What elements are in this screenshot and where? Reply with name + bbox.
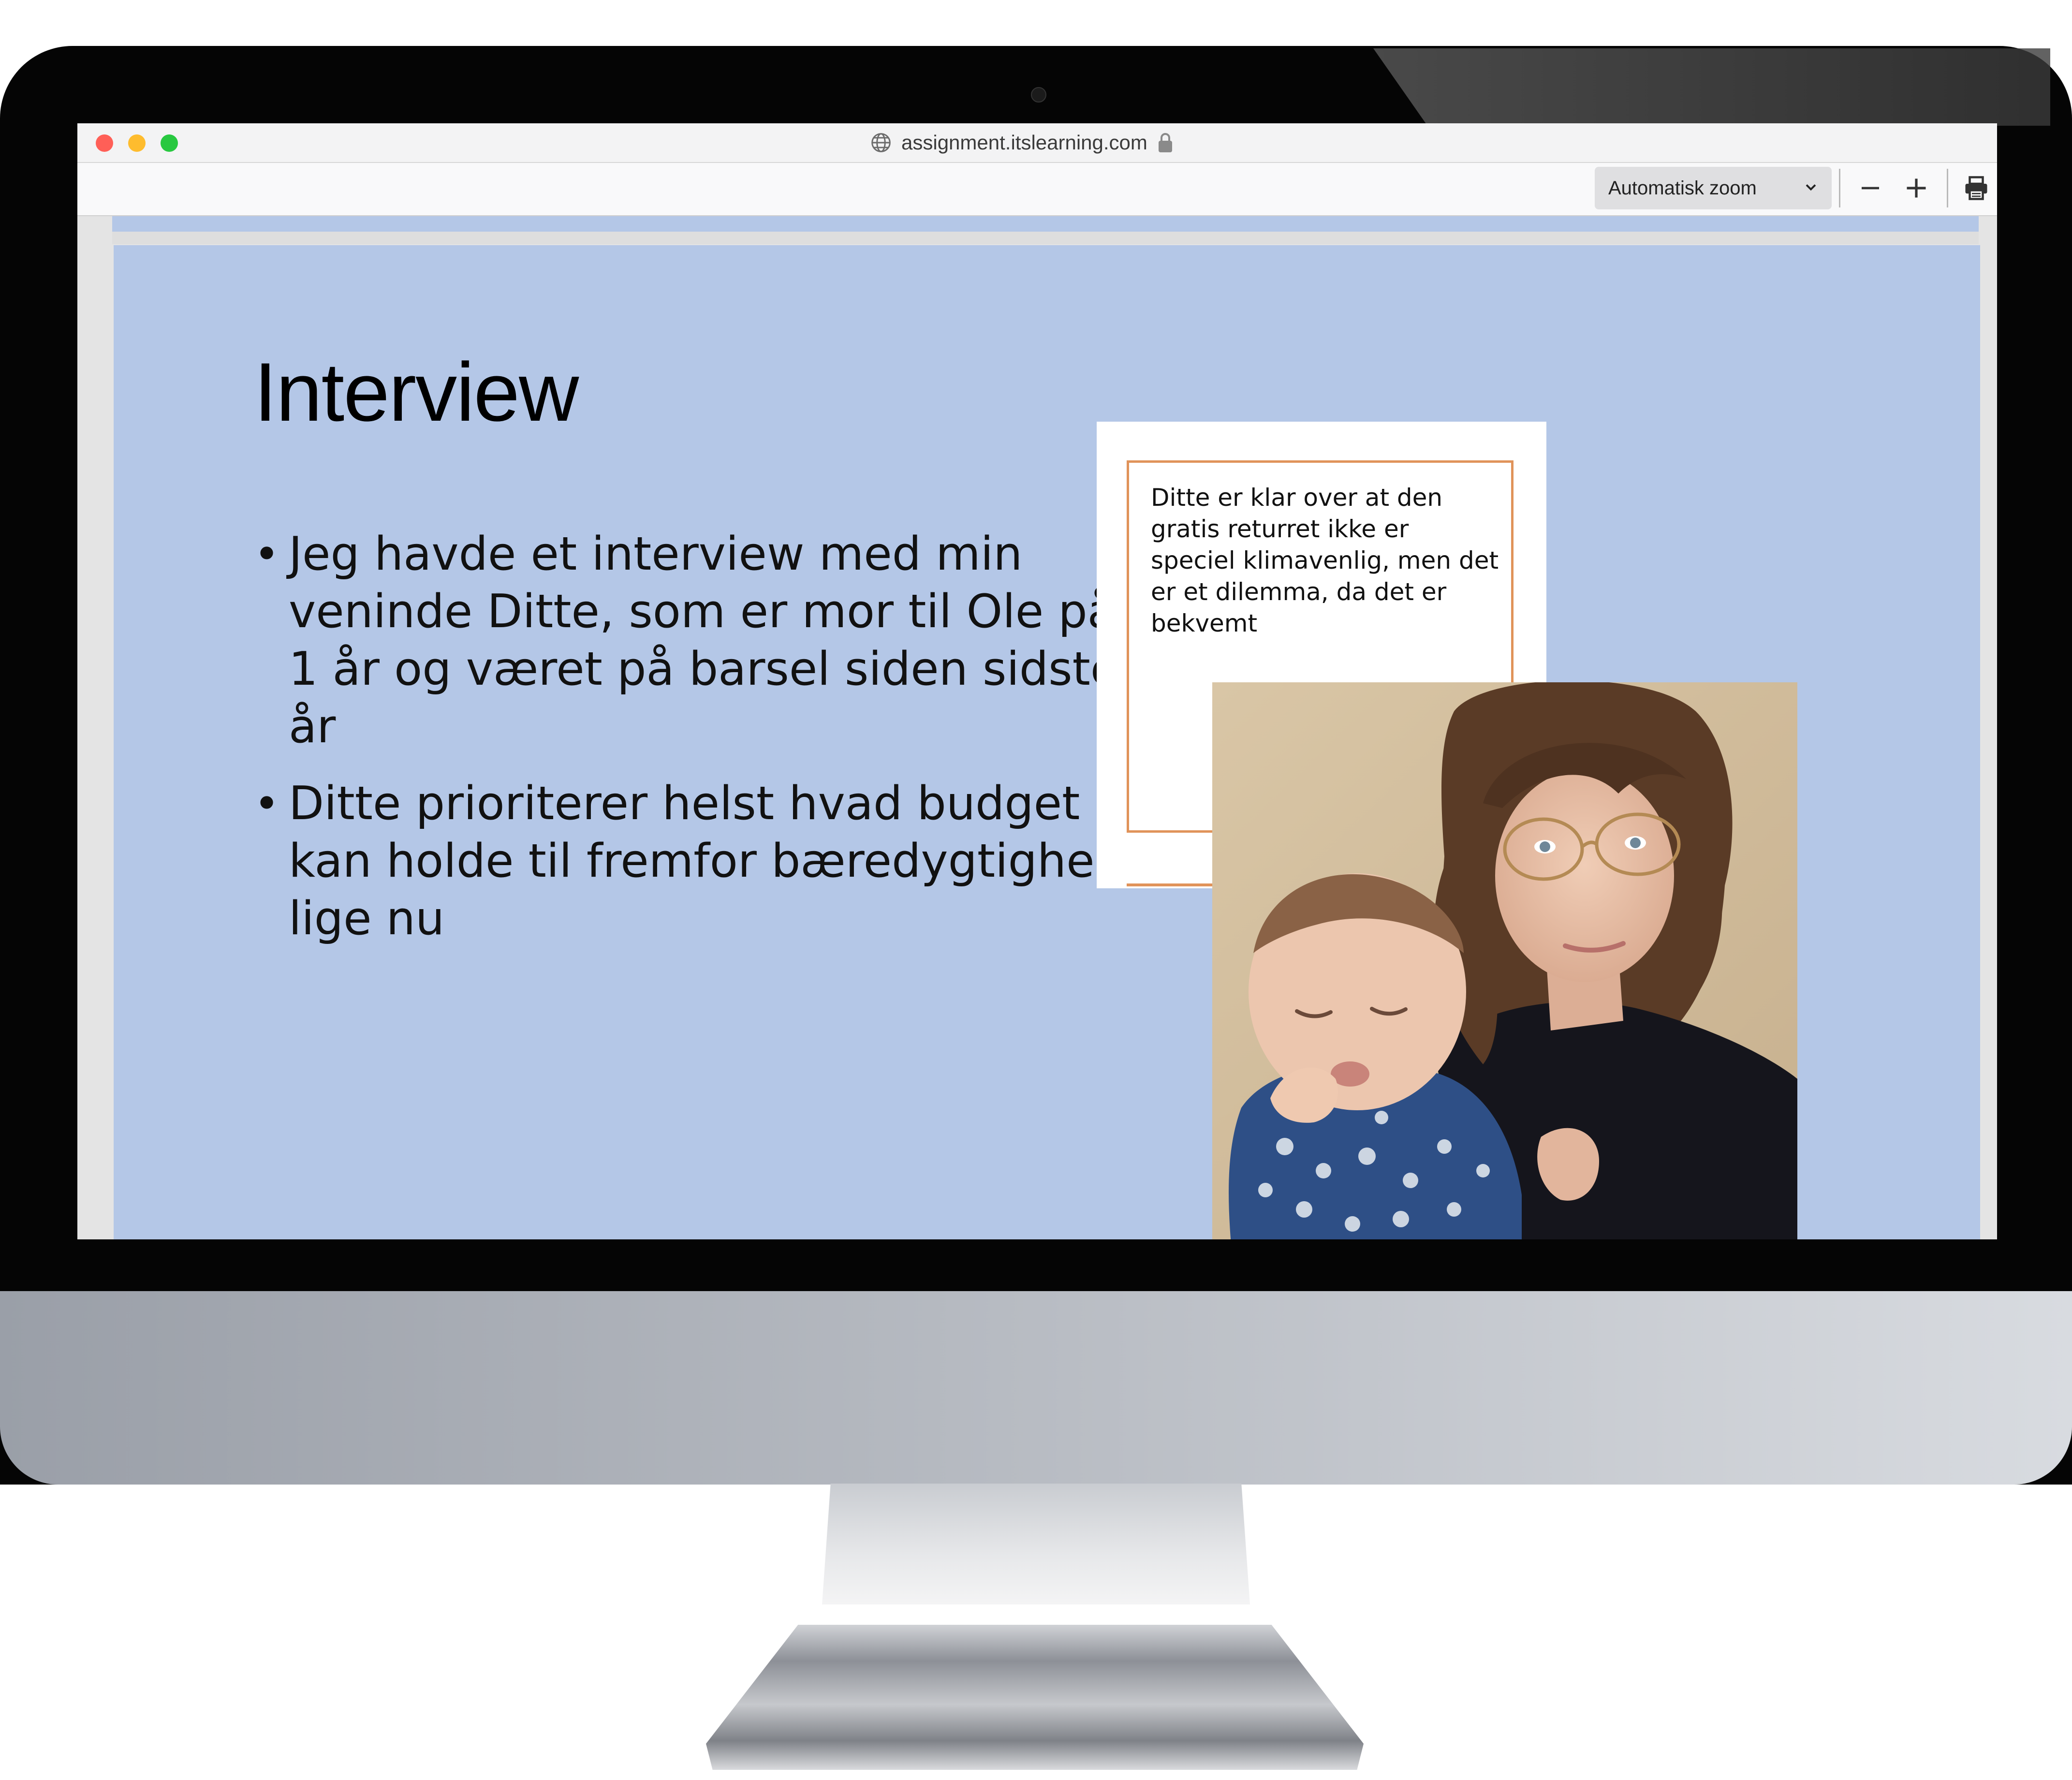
- pdf-toolbar: Automatisk zoom: [77, 163, 1997, 216]
- monitor-glare: [1373, 48, 2050, 126]
- slide-title: Interview: [254, 346, 579, 439]
- bullet-dot: •: [254, 779, 280, 829]
- window-minimize-button[interactable]: [128, 134, 146, 152]
- photo-mother-and-baby: [1212, 682, 1797, 1239]
- print-button[interactable]: [1957, 170, 1996, 208]
- lock-icon: [1157, 132, 1174, 153]
- bullet-text: Ditte prioriterer helst hvad budget kan …: [289, 777, 1124, 945]
- bullet-dot: •: [254, 529, 280, 580]
- chevron-down-icon: [1804, 177, 1818, 199]
- url-text: assignment.itslearning.com: [901, 131, 1147, 154]
- browser-titlebar: assignment.itslearning.com: [77, 123, 1997, 163]
- monitor-stand-base: [706, 1625, 1364, 1770]
- bullet-text: Jeg havde et interview med min veninde D…: [289, 528, 1119, 753]
- previous-page-edge: [112, 216, 1979, 232]
- zoom-in-button[interactable]: [1897, 170, 1936, 208]
- minus-icon: [1859, 177, 1882, 202]
- note-text: Ditte er klar over at den gratis returre…: [1151, 484, 1499, 637]
- slide-page: Interview • Jeg havde et interview med m…: [114, 245, 1980, 1239]
- camera-icon: [1031, 87, 1046, 103]
- zoom-select[interactable]: Automatisk zoom: [1595, 167, 1832, 209]
- monitor-stand-neck: [822, 1484, 1250, 1604]
- bullet-list: • Jeg havde et interview med min veninde…: [254, 526, 1134, 967]
- bullet-item: • Jeg havde et interview med min veninde…: [254, 526, 1134, 756]
- zoom-select-value: Automatisk zoom: [1608, 177, 1757, 199]
- page-separator: [112, 232, 1979, 244]
- window-close-button[interactable]: [96, 134, 113, 152]
- address-bar[interactable]: assignment.itslearning.com: [870, 129, 1174, 156]
- zoom-out-button[interactable]: [1851, 170, 1890, 208]
- plus-icon: [1904, 176, 1929, 203]
- printer-icon: [1963, 175, 1989, 204]
- toolbar-divider: [1947, 169, 1948, 207]
- toolbar-divider: [1839, 169, 1840, 207]
- window-maximize-button[interactable]: [161, 134, 178, 152]
- screen: assignment.itslearning.com Automatisk zo…: [77, 123, 1997, 1239]
- bullet-item: • Ditte prioriterer helst hvad budget ka…: [254, 775, 1134, 948]
- globe-icon: [870, 132, 892, 153]
- pdf-viewer-area[interactable]: Interview • Jeg havde et interview med m…: [77, 216, 1997, 1239]
- monitor-chin: [0, 1291, 2072, 1485]
